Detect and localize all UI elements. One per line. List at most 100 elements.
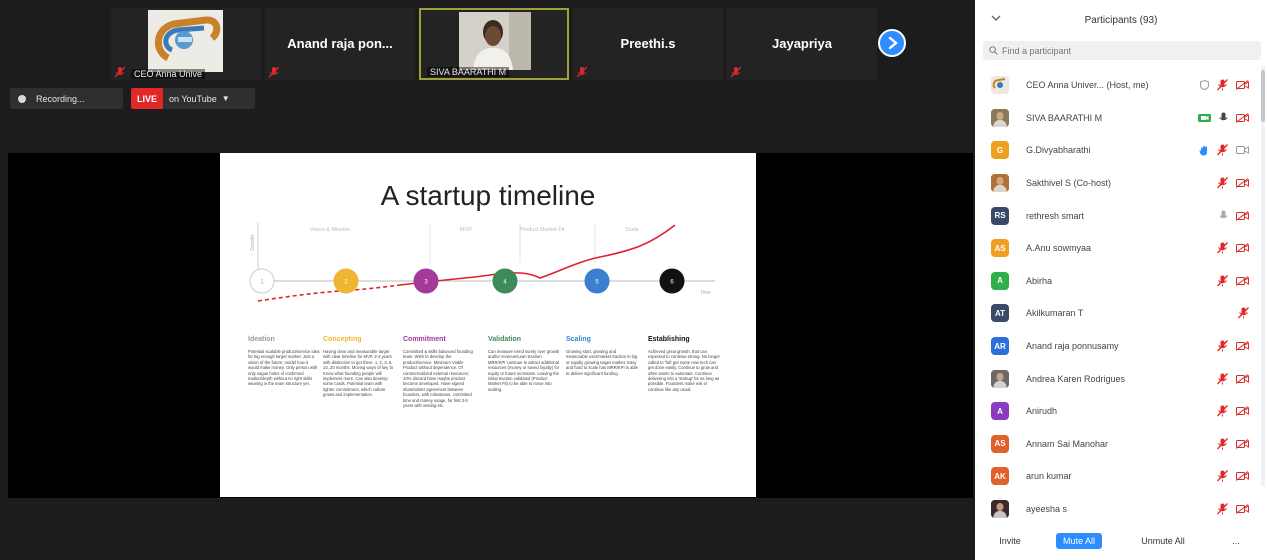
participant-row[interactable]: AS A.Anu sowmyaa bbox=[975, 232, 1261, 265]
video-thumbnail-siva[interactable]: SIVA BAARATHI M bbox=[419, 8, 569, 80]
video-off-icon[interactable] bbox=[1236, 243, 1249, 254]
avatar: G bbox=[991, 141, 1009, 160]
phase-column: Commitment Committed & skills balanced fo… bbox=[403, 336, 475, 408]
recording-label: Recording... bbox=[36, 93, 85, 104]
mic-icon[interactable] bbox=[1219, 112, 1228, 124]
next-page-arrow-button[interactable] bbox=[878, 29, 906, 57]
mic-muted-icon[interactable] bbox=[1217, 242, 1228, 254]
video-off-icon[interactable] bbox=[1236, 471, 1249, 482]
scrollbar-thumb[interactable] bbox=[1261, 70, 1265, 122]
phase-heading: Concepting bbox=[323, 336, 362, 343]
video-off-icon[interactable] bbox=[1236, 145, 1249, 155]
phase-column: Scaling Growing start, growing and measur… bbox=[566, 336, 638, 376]
participant-row[interactable]: SIVA BAARATHI M bbox=[975, 102, 1261, 135]
growth-curve bbox=[399, 224, 676, 286]
video-thumbnail-preethi[interactable]: Preethi.s bbox=[573, 8, 723, 80]
video-off-icon[interactable] bbox=[1236, 112, 1249, 123]
participant-row[interactable]: AS Annam Sai Manohar bbox=[975, 428, 1261, 461]
video-off-icon[interactable] bbox=[1236, 438, 1249, 449]
video-off-icon[interactable] bbox=[1236, 178, 1249, 188]
participant-name: Abirha bbox=[1026, 275, 1053, 286]
mic-muted-icon[interactable] bbox=[1217, 372, 1228, 385]
thumbnail-label: CEO Anna Unive bbox=[131, 69, 206, 79]
recording-indicator[interactable]: Recording... bbox=[10, 88, 123, 109]
video-off-icon[interactable] bbox=[1236, 210, 1249, 221]
video-off-icon[interactable] bbox=[1236, 80, 1249, 91]
video-off-icon[interactable] bbox=[1236, 341, 1249, 351]
participant-row[interactable]: Andrea Karen Rodrigues bbox=[975, 362, 1261, 395]
mic-muted-icon[interactable] bbox=[1217, 177, 1228, 189]
video-thumbnail-anand[interactable]: Anand raja pon... bbox=[265, 8, 415, 80]
video-thumbnail-jayapriya[interactable]: Jayapriya bbox=[727, 8, 877, 80]
unmute-all-button[interactable]: Unmute All bbox=[1135, 533, 1191, 549]
participant-status-icons bbox=[1217, 437, 1249, 450]
growth-curve-dashed bbox=[257, 284, 401, 302]
avatar: AT bbox=[991, 304, 1009, 323]
video-thumbnail-strip: CEO Anna Unive Anand raja pon... SIVA BA… bbox=[111, 8, 877, 80]
mic-muted-icon[interactable] bbox=[1217, 503, 1228, 515]
participant-row[interactable]: CEO Anna Univer... (Host, me) bbox=[975, 69, 1261, 102]
participant-status-icons bbox=[1199, 144, 1249, 156]
phase-description: Committed & skills balanced founding tea… bbox=[403, 349, 473, 409]
mic-muted-icon[interactable] bbox=[1217, 144, 1228, 156]
invite-button[interactable]: Invite bbox=[993, 533, 1027, 549]
stage-label: Product Market Fit bbox=[520, 227, 565, 233]
participant-name: A.Anu sowmyaa bbox=[1026, 243, 1092, 254]
mic-muted-icon bbox=[269, 67, 279, 78]
participant-name: SIVA BAARATHI M bbox=[1026, 112, 1103, 123]
avatar: AK bbox=[991, 467, 1009, 486]
phase-column: Concepting Having clear and measurable ta… bbox=[323, 336, 395, 398]
ceo-logo-picture bbox=[148, 10, 223, 72]
participant-row[interactable]: G G.Divyabharathi bbox=[975, 134, 1261, 167]
participant-search-input[interactable] bbox=[1002, 45, 1242, 56]
video-off-icon[interactable] bbox=[1236, 504, 1249, 514]
mic-muted-icon[interactable] bbox=[1217, 405, 1228, 417]
participant-row[interactable]: RS rethresh smart bbox=[975, 199, 1261, 232]
avatar: AR bbox=[991, 337, 1009, 356]
participant-name: Sakthivel S (Co-host) bbox=[1026, 178, 1112, 189]
presentation-slide: A startup timeline Growth Time Vision & Mi… bbox=[220, 153, 756, 497]
participant-row[interactable]: Sakthivel S (Co-host) bbox=[975, 167, 1261, 200]
participant-row[interactable]: AT Akilkumaran T bbox=[975, 297, 1261, 330]
mic-muted-icon[interactable] bbox=[1217, 274, 1228, 287]
phase-heading: Validation bbox=[488, 336, 522, 343]
video-thumbnail-ceo[interactable]: CEO Anna Unive bbox=[111, 8, 261, 80]
phase-description: Achieved great growth, that can expected… bbox=[648, 349, 720, 392]
participant-name: Anand raja ponnusamy bbox=[1026, 341, 1119, 352]
mic-muted-icon[interactable] bbox=[1217, 340, 1228, 352]
y-axis-label: Growth bbox=[250, 235, 256, 251]
mic-muted-icon bbox=[731, 67, 741, 78]
participant-status-icons bbox=[1219, 210, 1249, 222]
participant-row[interactable]: AR Anand raja ponnusamy bbox=[975, 330, 1261, 363]
video-off-icon[interactable] bbox=[1236, 406, 1249, 417]
more-options-button[interactable]: ... bbox=[1224, 533, 1248, 549]
avatar: A bbox=[991, 402, 1009, 421]
avatar bbox=[991, 500, 1009, 519]
video-off-icon[interactable] bbox=[1236, 373, 1249, 384]
participant-list-scrollbar[interactable] bbox=[1261, 66, 1265, 486]
mic-muted-icon bbox=[577, 67, 587, 78]
live-stream-indicator[interactable]: LIVE on YouTube ▼ bbox=[131, 88, 255, 109]
participant-row[interactable]: A Abirha bbox=[975, 265, 1261, 298]
avatar: A bbox=[991, 271, 1009, 290]
participant-row[interactable]: AK arun kumar bbox=[975, 460, 1261, 493]
video-off-icon[interactable] bbox=[1236, 275, 1249, 286]
mic-icon[interactable] bbox=[1219, 210, 1228, 222]
panel-title: Participants (93) bbox=[1084, 15, 1158, 26]
panel-footer: Invite Mute All Unmute All ... bbox=[975, 520, 1267, 560]
participants-panel: Participants (93) CEO Anna Univer... (Ho… bbox=[975, 0, 1267, 560]
participant-row[interactable]: A Anirudh bbox=[975, 395, 1261, 428]
mic-muted-icon[interactable] bbox=[1217, 79, 1228, 91]
participant-status-icons bbox=[1217, 503, 1249, 515]
search-icon bbox=[989, 46, 998, 55]
phase-heading: Commitment bbox=[403, 336, 446, 343]
mic-muted-icon[interactable] bbox=[1238, 307, 1249, 319]
participant-search[interactable] bbox=[983, 41, 1261, 60]
video-on-icon[interactable] bbox=[1198, 113, 1211, 123]
live-badge: LIVE bbox=[131, 88, 164, 109]
mic-muted-icon[interactable] bbox=[1217, 470, 1228, 482]
mic-muted-icon[interactable] bbox=[1217, 437, 1228, 450]
mute-all-button[interactable]: Mute All bbox=[1056, 533, 1102, 549]
phase-column: Ideation Potential scalable product/servi… bbox=[248, 336, 320, 387]
phase-description: Having clear and measurable target with … bbox=[323, 349, 394, 398]
